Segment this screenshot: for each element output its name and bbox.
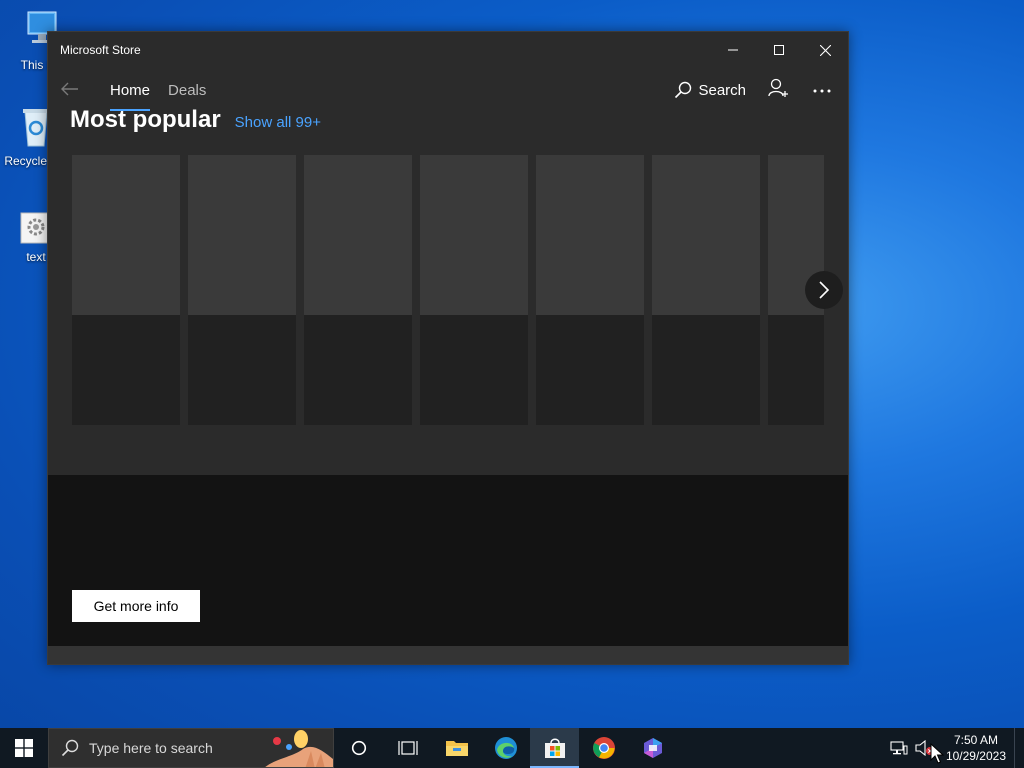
file-explorer-icon (445, 741, 468, 756)
card-image-placeholder (188, 155, 296, 315)
promo-banner: Get more info (48, 475, 848, 646)
search-label: Search (698, 81, 746, 99)
store-window: Microsoft Store Home Deals Search Most p… (47, 31, 849, 665)
card-info-placeholder (188, 315, 296, 425)
close-button[interactable] (802, 32, 848, 68)
section-header: Most popular Show all 99+ (70, 106, 321, 134)
card-info-placeholder (536, 315, 644, 425)
card-info-placeholder (304, 315, 412, 425)
mouse-pointer-icon (930, 743, 944, 764)
product-card[interactable] (304, 155, 412, 425)
clock-time: 7:50 AM (953, 733, 998, 747)
card-image-placeholder (536, 155, 644, 315)
card-info-placeholder (72, 315, 180, 425)
taskbar: Type here to search 7:50 AM 10/29/2023 (0, 728, 1024, 768)
nav-actions: Search (674, 68, 832, 112)
network-button[interactable] (886, 728, 912, 768)
show-desktop-button[interactable] (1014, 728, 1024, 768)
task-view-button[interactable] (383, 728, 432, 768)
cortana-button[interactable] (334, 728, 383, 768)
copilot-button[interactable] (628, 728, 677, 768)
system-tray: 7:50 AM 10/29/2023 (886, 728, 1024, 768)
search-icon (675, 81, 692, 99)
title-bar[interactable]: Microsoft Store (48, 32, 848, 68)
add-account-icon (768, 78, 788, 97)
account-button[interactable] (768, 78, 790, 103)
search-button[interactable]: Search (674, 81, 746, 99)
clock[interactable]: 7:50 AM 10/29/2023 (938, 732, 1014, 764)
file-explorer-button[interactable] (432, 728, 481, 768)
microsoft-store-button[interactable] (530, 728, 579, 768)
product-card[interactable] (420, 155, 528, 425)
more-options-icon (813, 89, 831, 93)
edge-icon (494, 737, 517, 759)
card-info-placeholder (768, 315, 824, 425)
card-image-placeholder (72, 155, 180, 315)
card-info-placeholder (652, 315, 760, 425)
task-view-icon (397, 741, 418, 755)
card-image-placeholder (652, 155, 760, 315)
product-card[interactable] (188, 155, 296, 425)
copilot-icon (643, 738, 662, 758)
product-carousel (72, 155, 824, 425)
card-image-placeholder (304, 155, 412, 315)
window-bottom-strip (48, 646, 848, 664)
clock-date: 10/29/2023 (945, 749, 1006, 763)
cortana-icon (351, 740, 366, 756)
taskbar-search-placeholder: Type here to search (89, 740, 213, 756)
card-image-placeholder (420, 155, 528, 315)
product-card[interactable] (536, 155, 644, 425)
product-card[interactable] (72, 155, 180, 425)
product-card[interactable] (652, 155, 760, 425)
section-title: Most popular (70, 106, 221, 133)
back-arrow-icon (61, 82, 78, 95)
network-icon (890, 741, 908, 755)
show-all-link[interactable]: Show all 99+ (235, 114, 321, 131)
search-highlight-illustration-icon (265, 730, 333, 767)
card-info-placeholder (420, 315, 528, 425)
close-icon (819, 44, 831, 56)
edge-button[interactable] (481, 728, 530, 768)
window-title: Microsoft Store (60, 43, 141, 57)
get-more-info-button[interactable]: Get more info (72, 590, 200, 622)
minimize-icon (728, 49, 738, 51)
back-button[interactable] (48, 80, 92, 101)
carousel-next-button[interactable] (805, 271, 843, 309)
tab-home[interactable]: Home (110, 76, 151, 111)
minimize-button[interactable] (710, 32, 756, 68)
maximize-button[interactable] (756, 32, 802, 68)
chrome-button[interactable] (579, 728, 628, 768)
start-button[interactable] (0, 728, 48, 768)
more-button[interactable] (812, 81, 832, 99)
windows-logo-icon (15, 739, 33, 757)
chevron-right-icon (819, 281, 830, 299)
maximize-icon (774, 45, 784, 55)
search-icon (61, 739, 79, 757)
taskbar-search-box[interactable]: Type here to search (48, 728, 334, 768)
chrome-icon (592, 737, 615, 759)
tab-deals[interactable]: Deals (168, 76, 206, 105)
microsoft-store-icon (544, 738, 565, 758)
